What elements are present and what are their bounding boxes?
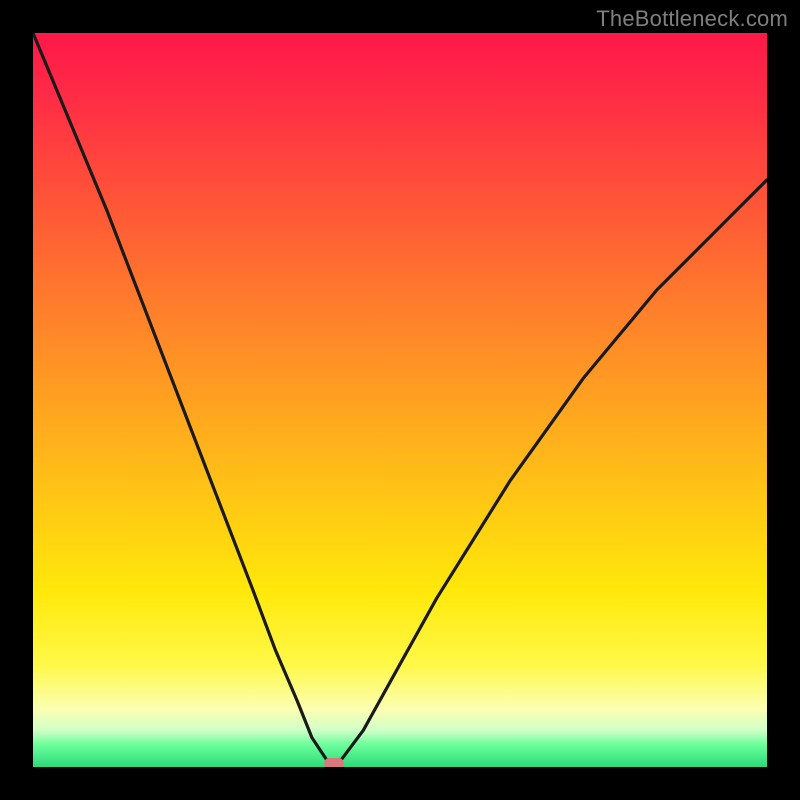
attribution-text: TheBottleneck.com: [596, 6, 788, 32]
plot-area: [33, 33, 767, 767]
minimum-marker: [324, 758, 344, 767]
chart-frame: TheBottleneck.com: [0, 0, 800, 800]
bottleneck-curve: [33, 33, 767, 767]
